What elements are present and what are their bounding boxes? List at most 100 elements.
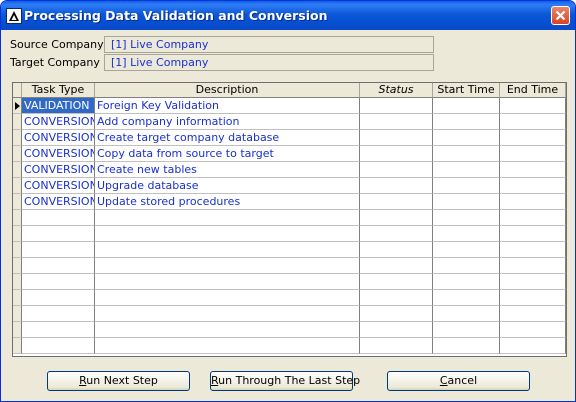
start-time-cell[interactable] — [433, 146, 500, 162]
task-type-cell[interactable]: CONVERSION — [22, 130, 95, 146]
description-cell[interactable]: Foreign Key Validation — [95, 98, 360, 114]
title-bar[interactable]: Processing Data Validation and Conversio… — [1, 1, 575, 30]
end-time-cell[interactable] — [500, 338, 566, 354]
row-selector[interactable] — [13, 98, 22, 114]
table-row[interactable]: VALIDATION Foreign Key Validation — [13, 98, 566, 114]
status-cell[interactable] — [360, 258, 433, 274]
end-time-cell[interactable] — [500, 322, 566, 338]
start-time-cell[interactable] — [433, 258, 500, 274]
run-through-last-step-button[interactable]: Run Through The Last Step — [210, 371, 360, 391]
row-selector[interactable] — [13, 210, 22, 226]
start-time-cell[interactable] — [433, 290, 500, 306]
row-selector[interactable] — [13, 274, 22, 290]
empty-table-row[interactable] — [13, 322, 566, 338]
task-type-cell[interactable] — [22, 226, 95, 242]
task-type-cell[interactable]: CONVERSION — [22, 178, 95, 194]
end-time-cell[interactable] — [500, 194, 566, 210]
row-selector[interactable] — [13, 258, 22, 274]
end-time-cell[interactable] — [500, 210, 566, 226]
task-type-cell[interactable]: CONVERSION — [22, 194, 95, 210]
task-type-cell[interactable] — [22, 290, 95, 306]
start-time-cell[interactable] — [433, 226, 500, 242]
run-next-step-button[interactable]: Run Next Step — [47, 371, 190, 391]
column-header-status[interactable]: Status — [360, 83, 433, 98]
empty-table-row[interactable] — [13, 226, 566, 242]
table-row[interactable]: CONVERSION Copy data from source to targe… — [13, 146, 566, 162]
row-selector[interactable] — [13, 178, 22, 194]
empty-table-row[interactable] — [13, 210, 566, 226]
status-cell[interactable] — [360, 290, 433, 306]
description-cell[interactable]: Update stored procedures — [95, 194, 360, 210]
start-time-cell[interactable] — [433, 210, 500, 226]
empty-table-row[interactable] — [13, 338, 566, 354]
table-row[interactable]: CONVERSION Update stored procedures — [13, 194, 566, 210]
description-cell[interactable]: Copy data from source to target — [95, 146, 360, 162]
row-selector[interactable] — [13, 338, 22, 354]
start-time-cell[interactable] — [433, 194, 500, 210]
end-time-cell[interactable] — [500, 226, 566, 242]
start-time-cell[interactable] — [433, 242, 500, 258]
status-cell[interactable] — [360, 274, 433, 290]
empty-table-row[interactable] — [13, 290, 566, 306]
start-time-cell[interactable] — [433, 322, 500, 338]
description-cell[interactable]: Create target company database — [95, 130, 360, 146]
task-type-cell[interactable] — [22, 210, 95, 226]
description-cell[interactable]: Upgrade database — [95, 178, 360, 194]
column-header-description[interactable]: Description — [95, 83, 360, 98]
empty-table-row[interactable] — [13, 242, 566, 258]
column-header-task-type[interactable]: Task Type — [22, 83, 95, 98]
status-cell[interactable] — [360, 306, 433, 322]
task-type-cell[interactable] — [22, 322, 95, 338]
start-time-cell[interactable] — [433, 178, 500, 194]
row-selector[interactable] — [13, 226, 22, 242]
description-cell[interactable] — [95, 210, 360, 226]
task-type-cell[interactable] — [22, 242, 95, 258]
end-time-cell[interactable] — [500, 290, 566, 306]
end-time-cell[interactable] — [500, 242, 566, 258]
end-time-cell[interactable] — [500, 130, 566, 146]
start-time-cell[interactable] — [433, 98, 500, 114]
close-button[interactable] — [551, 6, 570, 25]
task-type-cell[interactable]: VALIDATION — [22, 98, 95, 114]
start-time-cell[interactable] — [433, 162, 500, 178]
row-selector[interactable] — [13, 146, 22, 162]
task-type-cell[interactable]: CONVERSION — [22, 114, 95, 130]
description-cell[interactable] — [95, 322, 360, 338]
description-cell[interactable]: Create new tables — [95, 162, 360, 178]
status-cell[interactable] — [360, 130, 433, 146]
table-row[interactable]: CONVERSION Create new tables — [13, 162, 566, 178]
start-time-cell[interactable] — [433, 114, 500, 130]
end-time-cell[interactable] — [500, 146, 566, 162]
end-time-cell[interactable] — [500, 274, 566, 290]
end-time-cell[interactable] — [500, 258, 566, 274]
start-time-cell[interactable] — [433, 338, 500, 354]
row-selector[interactable] — [13, 290, 22, 306]
row-selector[interactable] — [13, 306, 22, 322]
status-cell[interactable] — [360, 114, 433, 130]
row-selector[interactable] — [13, 114, 22, 130]
empty-table-row[interactable] — [13, 274, 566, 290]
row-selector[interactable] — [13, 194, 22, 210]
start-time-cell[interactable] — [433, 274, 500, 290]
end-time-cell[interactable] — [500, 98, 566, 114]
description-cell[interactable] — [95, 258, 360, 274]
task-type-cell[interactable]: CONVERSION — [22, 146, 95, 162]
start-time-cell[interactable] — [433, 306, 500, 322]
end-time-cell[interactable] — [500, 178, 566, 194]
cancel-button[interactable]: Cancel — [387, 371, 530, 391]
status-cell[interactable] — [360, 146, 433, 162]
description-cell[interactable] — [95, 274, 360, 290]
task-grid[interactable]: Task Type Description Status Start Time … — [12, 82, 567, 357]
description-cell[interactable] — [95, 290, 360, 306]
row-selector[interactable] — [13, 242, 22, 258]
description-cell[interactable] — [95, 306, 360, 322]
description-cell[interactable] — [95, 242, 360, 258]
status-cell[interactable] — [360, 338, 433, 354]
task-type-cell[interactable] — [22, 274, 95, 290]
status-cell[interactable] — [360, 178, 433, 194]
status-cell[interactable] — [360, 322, 433, 338]
empty-table-row[interactable] — [13, 306, 566, 322]
task-type-cell[interactable] — [22, 258, 95, 274]
status-cell[interactable] — [360, 98, 433, 114]
column-header-start-time[interactable]: Start Time — [433, 83, 500, 98]
